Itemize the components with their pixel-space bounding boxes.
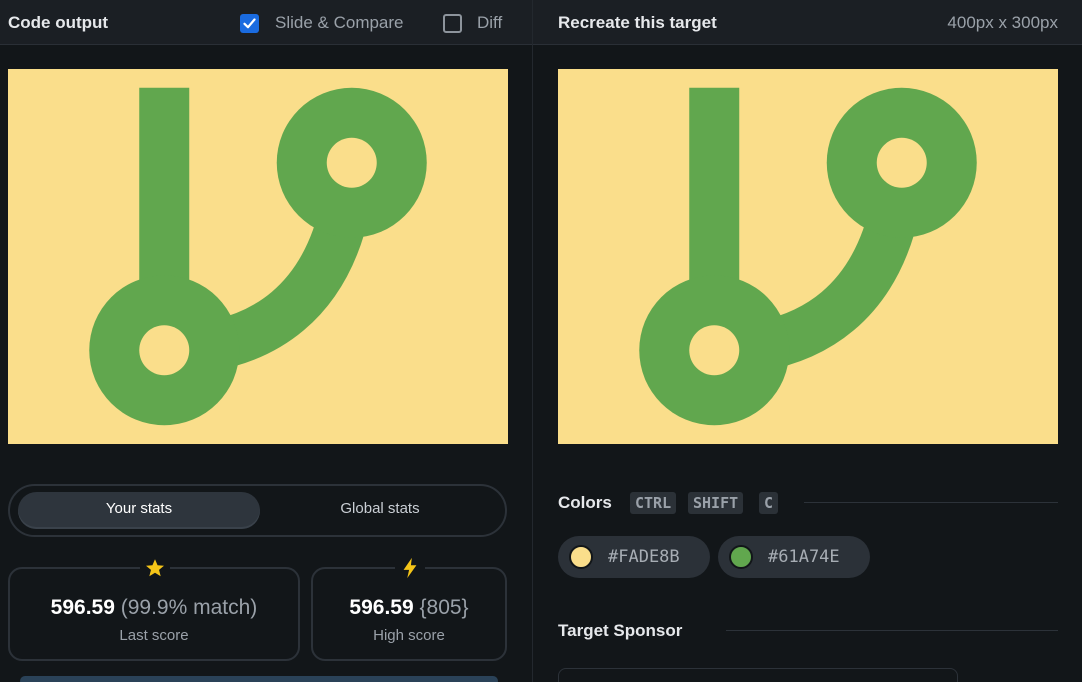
last-score-label: Last score	[119, 627, 189, 644]
kbd-c: C	[759, 492, 779, 514]
target-header: Recreate this target 400px x 300px	[533, 0, 1082, 45]
code-output-canvas[interactable]	[8, 69, 508, 444]
color-swatch-61a74e[interactable]: #61A74E	[718, 536, 870, 578]
sponsor-divider	[726, 630, 1058, 631]
high-score-value: 596.59	[349, 596, 414, 619]
color-swatch-fade8b[interactable]: #FADE8B	[558, 536, 710, 578]
swatch-hex-yellow: #FADE8B	[608, 547, 680, 567]
tab-global-stats[interactable]: Global stats	[260, 500, 500, 517]
lightning-bolt-icon	[395, 556, 425, 580]
last-score-value: 596.59	[50, 596, 115, 619]
diff-checkbox[interactable]	[443, 14, 462, 33]
last-score-line: 596.59 (99.9% match)	[10, 596, 298, 620]
code-output-header: Code output Slide & Compare Diff	[0, 0, 532, 45]
target-title: Recreate this target	[558, 13, 717, 32]
swatch-hex-green: #61A74E	[768, 547, 840, 567]
app-root: Code output Slide & Compare Diff Your st…	[0, 0, 1082, 682]
swatch-dot-yellow	[569, 545, 593, 569]
checkmark-icon	[243, 18, 256, 29]
target-canvas	[558, 69, 1058, 444]
code-output-title: Code output	[8, 13, 109, 32]
diff-label[interactable]: Diff	[477, 13, 502, 33]
last-score-card: 596.59 (99.9% match) Last score	[8, 556, 300, 661]
swatch-dot-green	[729, 545, 753, 569]
star-icon	[140, 556, 170, 580]
high-score-line: 596.59 {805}	[313, 596, 505, 620]
slide-compare-label[interactable]: Slide & Compare	[275, 13, 404, 33]
colors-title: Colors	[558, 493, 612, 512]
high-score-card: 596.59 {805} High score	[311, 556, 507, 661]
tab-your-stats[interactable]: Your stats	[18, 500, 260, 517]
stats-toggle: Your stats Global stats	[8, 484, 507, 537]
target-panel: Recreate this target 400px x 300px Color…	[533, 0, 1082, 682]
target-shape	[558, 69, 1058, 444]
high-score-extra: {805}	[419, 596, 469, 619]
colors-divider	[804, 502, 1058, 503]
last-score-match: (99.9% match)	[120, 596, 258, 619]
high-score-label: High score	[373, 627, 445, 644]
kbd-shift: SHIFT	[688, 492, 744, 514]
submit-button-peek[interactable]	[20, 676, 498, 682]
sponsor-box[interactable]	[558, 668, 958, 682]
output-shape	[8, 69, 508, 444]
code-output-panel: Code output Slide & Compare Diff Your st…	[0, 0, 532, 682]
kbd-ctrl: CTRL	[630, 492, 677, 514]
target-size: 400px x 300px	[947, 13, 1058, 32]
sponsor-title: Target Sponsor	[558, 621, 683, 640]
slide-compare-checkbox[interactable]	[240, 14, 259, 33]
